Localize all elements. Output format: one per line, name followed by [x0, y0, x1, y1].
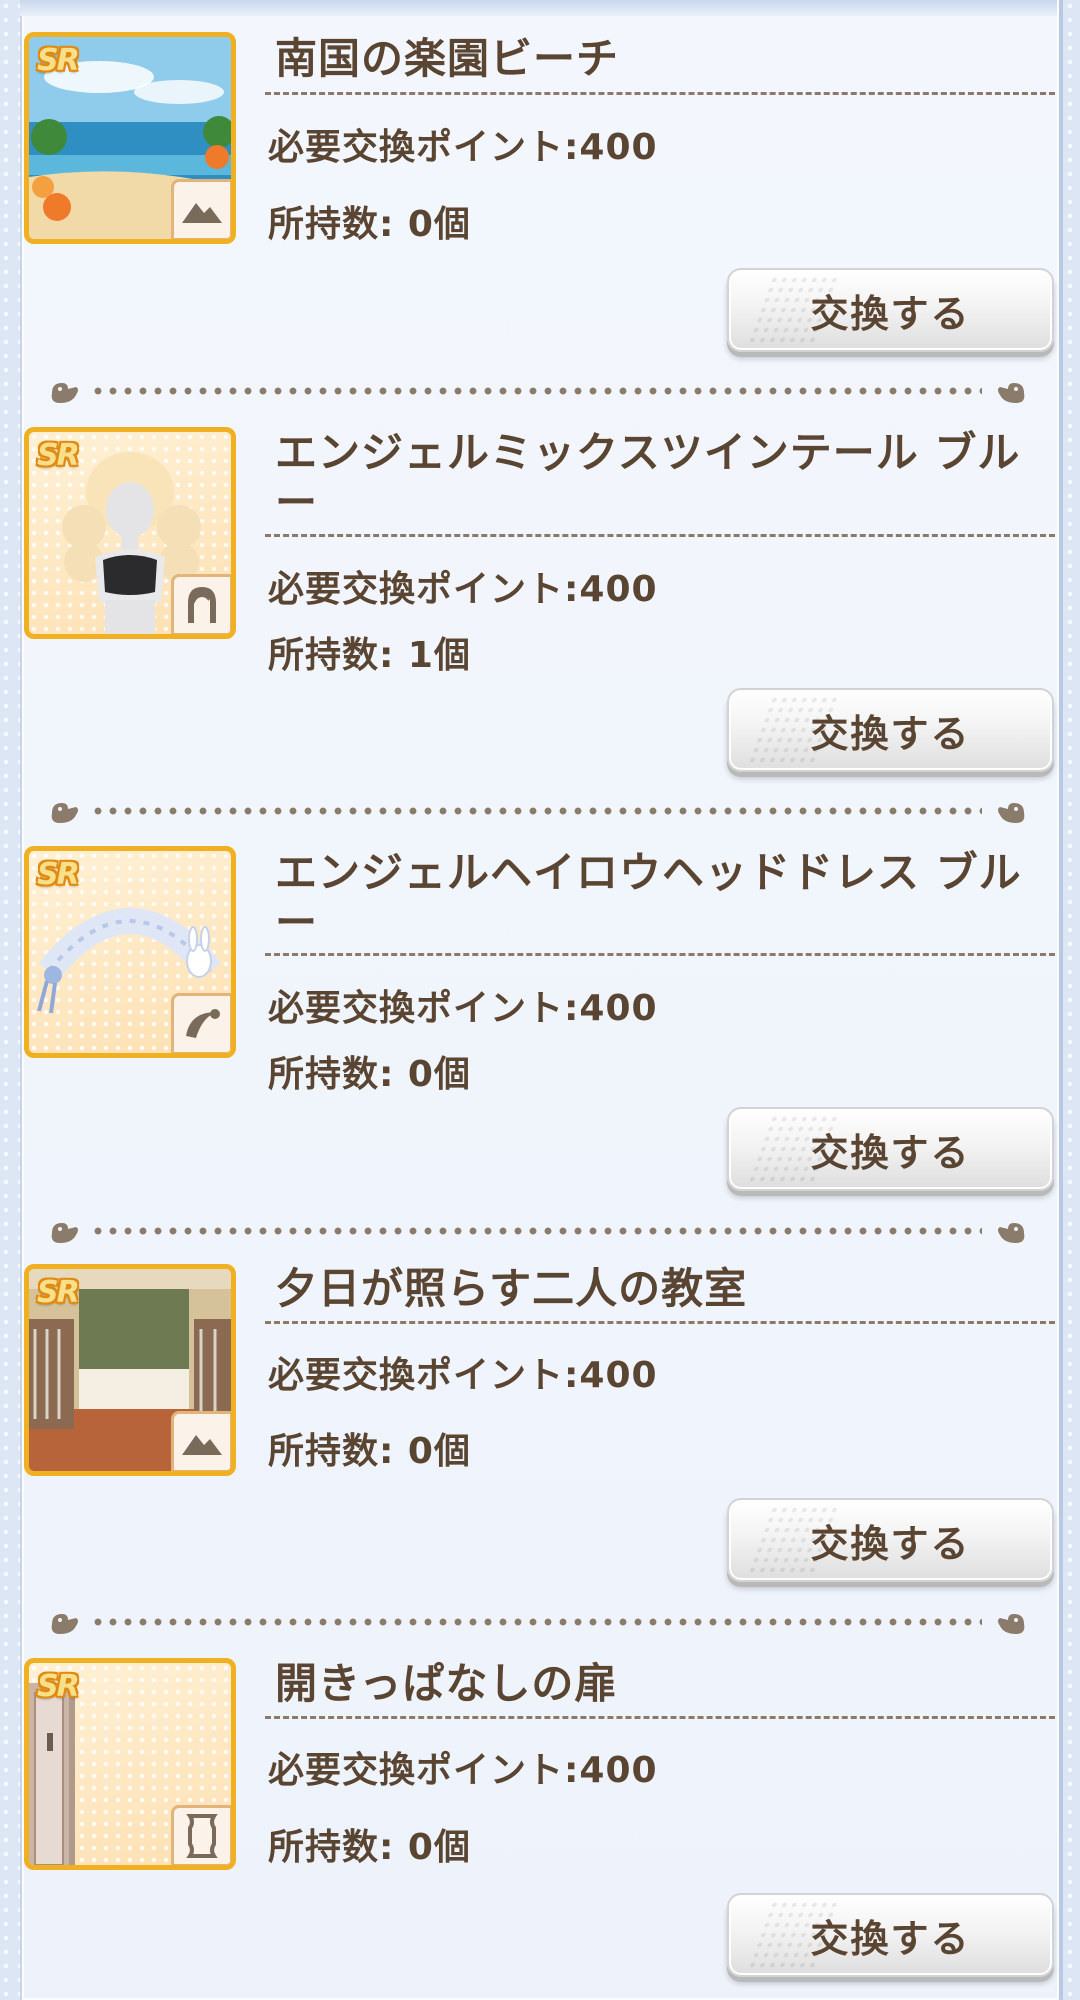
panel-top-edge	[20, 0, 1057, 16]
item-thumbnail[interactable]: SR	[24, 1264, 236, 1476]
title-divider	[265, 1321, 1055, 1324]
hair-icon	[171, 574, 231, 634]
item-thumbnail[interactable]: SR	[24, 32, 236, 244]
sr-rarity-badge: SR	[37, 857, 80, 892]
dotted-line	[94, 807, 982, 815]
owned-count: 所持数: 1個	[268, 635, 471, 676]
item-separator	[46, 375, 1030, 405]
exchange-button-label: 交換する	[810, 711, 971, 756]
title-divider	[265, 953, 1055, 956]
item-title: 開きっぱなしの扉	[275, 1659, 618, 1708]
exchange-button[interactable]: 交換する	[727, 1893, 1054, 1977]
title-divider	[265, 534, 1055, 537]
item-thumbnail[interactable]: SR	[24, 1658, 236, 1870]
mountain-icon	[171, 179, 231, 239]
frame-icon	[171, 1805, 231, 1865]
dotted-line	[94, 1227, 982, 1235]
required-points: 必要交換ポイント:400	[268, 1355, 658, 1396]
exchange-button[interactable]: 交換する	[727, 1107, 1054, 1191]
title-divider	[265, 1716, 1055, 1719]
item-thumbnail[interactable]: SR	[24, 427, 236, 639]
duck-icon	[998, 1223, 1025, 1243]
exchange-button-label: 交換する	[810, 1916, 971, 1961]
owned-count: 所持数: 0個	[268, 1054, 471, 1095]
exchange-button-label: 交換する	[810, 1521, 971, 1566]
item-title: エンジェルヘイロウヘッドドレス ブルー	[275, 848, 1022, 947]
duck-icon	[51, 383, 78, 403]
item-title: 南国の楽園ビーチ	[275, 34, 620, 83]
sr-rarity-badge: SR	[37, 43, 80, 78]
sr-rarity-badge: SR	[37, 1669, 80, 1704]
duck-icon	[998, 803, 1025, 823]
exchange-button[interactable]: 交換する	[727, 1498, 1054, 1582]
duck-icon	[998, 383, 1025, 403]
item-separator	[46, 1215, 1030, 1245]
exchange-button[interactable]: 交換する	[727, 268, 1054, 352]
owned-count: 所持数: 0個	[268, 204, 471, 245]
required-points: 必要交換ポイント:400	[268, 1750, 658, 1791]
exchange-button[interactable]: 交換する	[727, 688, 1054, 772]
item-separator	[46, 795, 1030, 825]
required-points: 必要交換ポイント:400	[268, 127, 658, 168]
mountain-icon	[171, 1411, 231, 1471]
duck-icon	[51, 803, 78, 823]
sr-rarity-badge: SR	[37, 1275, 80, 1310]
owned-count: 所持数: 0個	[268, 1431, 471, 1472]
required-points: 必要交換ポイント:400	[268, 569, 658, 610]
title-divider	[265, 92, 1055, 95]
dotted-line	[94, 1618, 982, 1626]
required-points: 必要交換ポイント:400	[268, 988, 658, 1029]
duck-icon	[998, 1614, 1025, 1634]
exchange-button-label: 交換する	[810, 291, 971, 336]
item-title: エンジェルミックスツインテール ブルー	[275, 428, 1021, 527]
item-separator	[46, 1606, 1030, 1636]
owned-count: 所持数: 0個	[268, 1827, 471, 1868]
duck-icon	[51, 1614, 78, 1634]
duck-icon	[51, 1223, 78, 1243]
exchange-button-label: 交換する	[810, 1130, 971, 1175]
dotted-line	[94, 387, 982, 395]
headdress-icon	[171, 993, 231, 1053]
sr-rarity-badge: SR	[37, 438, 80, 473]
item-title: 夕日が照らす二人の教室	[275, 1264, 748, 1313]
item-thumbnail[interactable]: SR	[24, 846, 236, 1058]
